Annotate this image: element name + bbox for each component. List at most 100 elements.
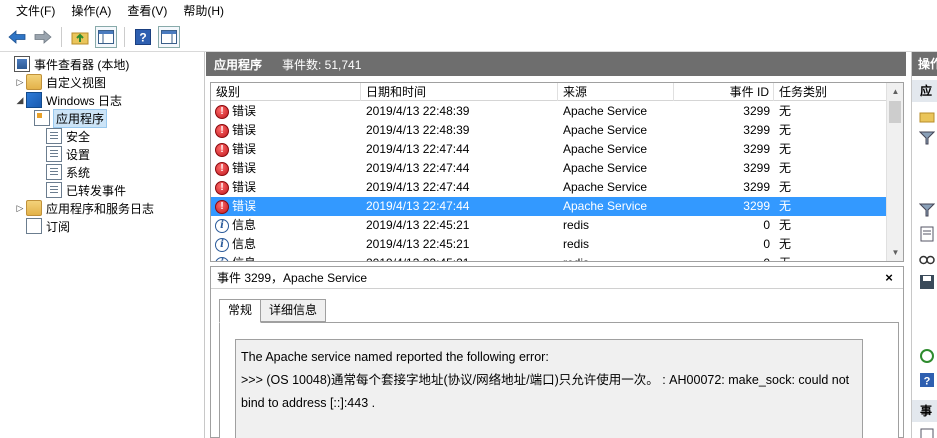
expand-arrow-icon[interactable]: ▷ <box>14 77 26 88</box>
table-row[interactable]: i信息2019/4/13 22:45:21redis无0 <box>211 235 887 254</box>
level-text: 错误 <box>232 180 257 194</box>
table-row[interactable]: i信息2019/4/13 22:45:21redis无0 <box>211 216 887 235</box>
table-row[interactable]: i信息2019/4/13 22:45:21redis无0 <box>211 254 887 261</box>
save-icon[interactable] <box>919 274 935 290</box>
column-header-task-category[interactable]: 任务类别 <box>774 83 887 101</box>
message-line: The Apache service named reported the fo… <box>241 350 549 364</box>
menu-action[interactable]: 操作(A) <box>63 1 119 21</box>
error-icon: ! <box>215 104 229 119</box>
menu-view[interactable]: 查看(V) <box>119 1 175 21</box>
up-folder-icon[interactable] <box>69 26 91 48</box>
column-header-datetime[interactable]: 日期和时间 <box>361 83 558 101</box>
error-icon: ! <box>215 199 229 214</box>
level-text: 错误 <box>232 161 257 175</box>
info-icon: i <box>215 256 229 261</box>
event-count: 事件数: 51,741 <box>282 57 362 72</box>
cell-task-category: 无 <box>779 254 791 261</box>
table-row[interactable]: ! 错误 2019/4/13 22:47:44 Apache Service 无 3299 <box>211 140 887 159</box>
log-icon <box>46 128 62 144</box>
filter-icon[interactable] <box>919 130 935 146</box>
cell-level: i信息 <box>211 235 256 254</box>
column-header-event-id[interactable]: 事件 ID <box>674 83 774 101</box>
collapse-arrow-icon[interactable]: ◢ <box>14 95 26 106</box>
folder-icon <box>26 200 42 216</box>
toolbar: ? <box>0 22 937 52</box>
tab-general[interactable]: 常规 <box>219 299 262 323</box>
refresh-icon[interactable] <box>919 348 935 364</box>
column-header-source[interactable]: 来源 <box>558 83 674 101</box>
tab-details[interactable]: 详细信息 <box>260 299 327 322</box>
event-message[interactable]: The Apache service named reported the fo… <box>235 339 863 438</box>
cell-level: i信息 <box>211 216 256 235</box>
cell-datetime: 2019/4/13 22:47:44 <box>366 161 470 175</box>
table-row[interactable]: ! 错误 2019/4/13 22:48:39 Apache Service 无 3299 <box>211 121 887 140</box>
table-row[interactable]: ! 错误 2019/4/13 22:48:39 Apache Service 无 3299 <box>211 102 887 121</box>
navigation-tree: 事件查看器 (本地) ▷ 自定义视图 ◢ Windows 日志 应用程序 安全 … <box>0 52 205 438</box>
column-header-level[interactable]: 级别 <box>211 83 361 101</box>
show-hide-action-pane-icon[interactable] <box>158 25 180 48</box>
table-row[interactable]: ! 错误 2019/4/13 22:47:44 Apache Service 无 3299 <box>211 197 887 216</box>
tree-item-setup[interactable]: 设置 <box>46 145 90 163</box>
actions-title: 操作 <box>912 52 937 76</box>
filter-icon[interactable] <box>919 202 935 218</box>
cell-event-id: 0 <box>674 254 770 261</box>
event-detail-panel: 事件 3299，Apache Service × 常规 详细信息 The Apa… <box>210 266 904 438</box>
show-hide-tree-icon[interactable] <box>95 25 117 48</box>
properties-icon[interactable] <box>919 226 935 242</box>
help-icon[interactable]: ? <box>919 372 935 388</box>
scroll-up-icon[interactable]: ▲ <box>887 83 903 100</box>
actions-section-event[interactable]: 事 <box>912 400 937 422</box>
grid-scrollbar[interactable]: ▲ ▼ <box>886 83 903 261</box>
cell-datetime: 2019/4/13 22:45:21 <box>366 237 470 251</box>
scroll-down-icon[interactable]: ▼ <box>887 244 903 261</box>
open-folder-icon[interactable] <box>919 108 935 124</box>
cell-datetime: 2019/4/13 22:47:44 <box>366 142 470 156</box>
actions-section-application[interactable]: 应 <box>912 80 937 102</box>
message-line: bind to address [::]:443 . <box>241 396 376 410</box>
cell-source: Apache Service <box>563 199 648 213</box>
cell-source: Apache Service <box>563 180 648 194</box>
cell-event-id: 3299 <box>743 104 770 118</box>
tree-item-application[interactable]: 应用程序 <box>34 108 108 128</box>
cell-datetime: 2019/4/13 22:45:21 <box>366 218 470 232</box>
cell-level: ! 错误 <box>211 121 256 140</box>
cell-event-id: 0 <box>763 218 770 232</box>
level-text: 错误 <box>232 123 257 137</box>
application-log-icon <box>34 110 50 126</box>
log-icon <box>46 164 62 180</box>
log-title: 应用程序 <box>214 57 263 72</box>
table-row[interactable]: ! 错误 2019/4/13 22:47:44 Apache Service 无 3299 <box>211 159 887 178</box>
properties-icon[interactable] <box>919 428 935 438</box>
folder-icon <box>26 74 42 90</box>
cell-source: Apache Service <box>563 123 648 137</box>
menu-help[interactable]: 帮助(H) <box>175 1 232 21</box>
tree-item-forwarded-events[interactable]: 已转发事件 <box>46 181 126 199</box>
scrollbar-thumb[interactable] <box>889 101 901 123</box>
find-icon[interactable] <box>919 250 935 266</box>
cell-event-id: 3299 <box>743 161 770 175</box>
help-icon[interactable]: ? <box>132 26 154 48</box>
cell-level: ! 错误 <box>211 178 256 197</box>
level-text: 错误 <box>232 199 257 213</box>
info-icon: i <box>215 218 229 233</box>
forward-arrow-icon[interactable] <box>32 26 54 48</box>
menu-file[interactable]: 文件(F) <box>8 1 63 21</box>
tree-item-windows-logs[interactable]: ◢ Windows 日志 <box>14 91 122 109</box>
back-arrow-icon[interactable] <box>6 26 28 48</box>
tree-item-security[interactable]: 安全 <box>46 127 90 145</box>
svg-text:?: ? <box>139 30 146 44</box>
cell-task-category: 无 <box>779 123 792 137</box>
cell-source: Apache Service <box>563 142 648 156</box>
close-icon[interactable]: × <box>881 270 897 286</box>
tree-item-system[interactable]: 系统 <box>46 163 90 181</box>
cell-level: ! 错误 <box>211 102 256 121</box>
cell-datetime: 2019/4/13 22:47:44 <box>366 180 470 194</box>
tree-item-subscriptions[interactable]: 订阅 <box>14 217 70 235</box>
tree-item-apps-services-logs[interactable]: ▷ 应用程序和服务日志 <box>14 199 154 217</box>
tree-item-custom-views[interactable]: ▷ 自定义视图 <box>14 73 106 91</box>
cell-task-category: 无 <box>779 161 792 175</box>
tree-item-root[interactable]: 事件查看器 (本地) <box>2 55 129 73</box>
expand-arrow-icon[interactable]: ▷ <box>14 203 26 214</box>
table-row[interactable]: ! 错误 2019/4/13 22:47:44 Apache Service 无 3299 <box>211 178 887 197</box>
error-icon: ! <box>215 180 229 195</box>
